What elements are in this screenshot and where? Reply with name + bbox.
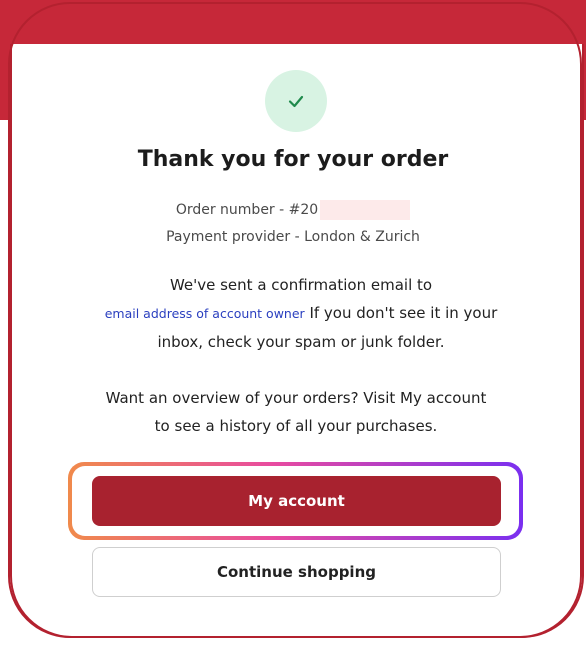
order-number-redaction <box>320 200 411 220</box>
order-number-line: Order number - #20 <box>0 200 586 220</box>
continue-shopping-button[interactable]: Continue shopping <box>92 547 501 597</box>
payment-provider: Payment provider - London & Zurich <box>166 229 420 245</box>
account-email: email address of account owner <box>104 306 305 321</box>
page-title: Thank you for your order <box>137 147 449 172</box>
success-badge <box>265 70 327 132</box>
orders-overview-text: Want an overview of your orders? Visit M… <box>105 389 487 435</box>
my-account-button[interactable]: My account <box>92 476 501 526</box>
check-icon <box>288 95 304 108</box>
order-number-text: Order number - #20 <box>175 202 319 218</box>
email-intro-text: We've sent a confirmation email to <box>169 276 433 294</box>
email-notice: We've sent a confirmation email to email… <box>86 271 516 356</box>
